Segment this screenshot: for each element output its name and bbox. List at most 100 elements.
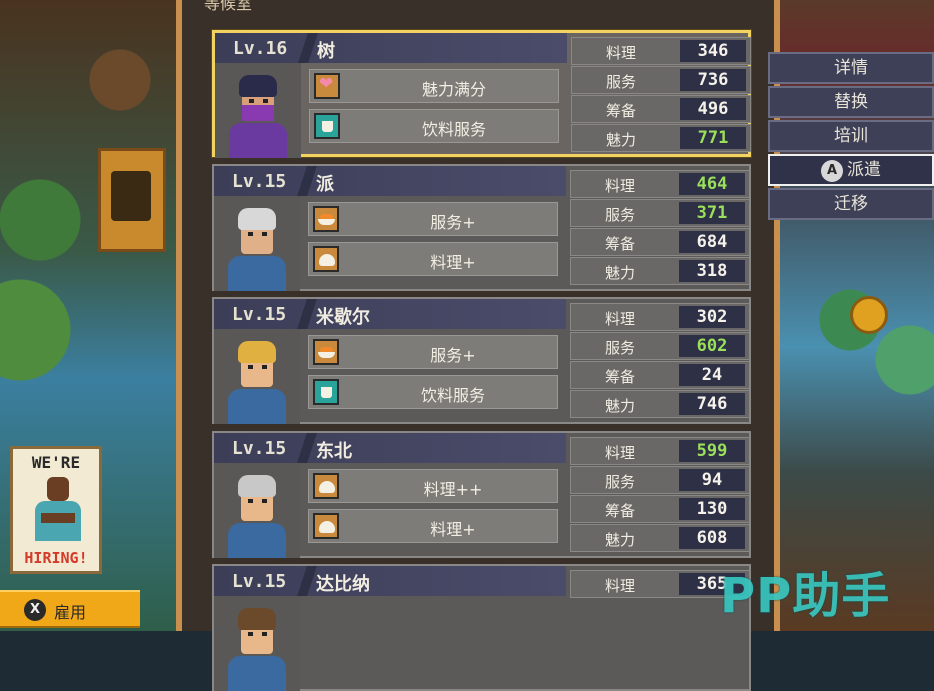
stat-row: 筹备 496 xyxy=(571,95,751,123)
staff-card[interactable]: Lv.16 树 魅力满分 饮料服务料理 346服务 736筹备 496魅力 77… xyxy=(212,30,751,158)
stat-name: 料理 xyxy=(605,577,636,595)
speaker-decoration xyxy=(98,148,166,252)
trait-row[interactable]: 料理+ xyxy=(308,242,558,276)
staff-portrait xyxy=(214,596,300,691)
stat-row: 筹备 684 xyxy=(570,228,750,256)
bun-dish-icon xyxy=(313,473,339,499)
waiting-room-panel: 等候室 Lv.16 树 魅力满分 饮料服务料理 346服务 736筹备 496魅… xyxy=(176,0,780,691)
a-button-icon: A xyxy=(821,160,843,182)
panel-title: 等候室 xyxy=(204,0,253,13)
stat-name: 料理 xyxy=(606,44,637,62)
menu-item-label: 替换 xyxy=(834,92,868,112)
staff-card-header: Lv.15 米歇尔 xyxy=(214,299,566,329)
menu-item[interactable]: 迁移 xyxy=(768,188,934,220)
header-divider xyxy=(297,166,317,196)
heart-icon xyxy=(314,73,340,99)
stat-name: 筹备 xyxy=(606,102,637,120)
staff-card[interactable]: Lv.15 达比纳 料理 365 xyxy=(212,564,751,691)
menu-item[interactable]: 替换 xyxy=(768,86,934,118)
stat-name: 服务 xyxy=(605,339,636,357)
trait-row[interactable]: 饮料服务 xyxy=(309,109,559,143)
trait-label: 服务+ xyxy=(430,346,476,365)
stat-name: 魅力 xyxy=(605,397,636,415)
stat-value: 608 xyxy=(679,527,745,549)
staff-name: 东北 xyxy=(316,441,352,462)
stat-value: 746 xyxy=(679,393,745,415)
stat-row: 料理 346 xyxy=(571,37,751,65)
stat-row: 魅力 318 xyxy=(570,257,750,285)
stat-name: 筹备 xyxy=(605,235,636,253)
poster-top-text: WE'RE xyxy=(31,453,81,472)
header-divider xyxy=(297,299,317,329)
stat-row: 料理 302 xyxy=(570,303,750,331)
staff-stats: 料理 302 服务 602 筹备 24 魅力 746 xyxy=(570,303,750,420)
stat-name: 筹备 xyxy=(605,368,636,386)
trait-label: 服务+ xyxy=(430,213,476,232)
staff-card-header: Lv.15 达比纳 xyxy=(214,566,566,596)
poster-bottom-text: HIRING! xyxy=(24,549,88,567)
stat-value: 464 xyxy=(679,173,745,195)
hire-button[interactable]: X 雇用 xyxy=(0,590,140,628)
stat-value: 736 xyxy=(680,69,746,91)
staff-card-header: Lv.15 东北 xyxy=(214,433,566,463)
menu-item[interactable]: A 派遣 xyxy=(768,154,934,186)
menu-item[interactable]: 详情 xyxy=(768,52,934,84)
stat-name: 料理 xyxy=(605,177,636,195)
bun-dish-icon xyxy=(313,246,339,272)
stat-row: 料理 599 xyxy=(570,437,750,465)
hire-label: 雇用 xyxy=(54,603,87,622)
stat-value: 24 xyxy=(679,364,745,386)
trait-row[interactable]: 魅力满分 xyxy=(309,69,559,103)
staff-card[interactable]: Lv.15 米歇尔 服务+ 饮料服务 料理 302 服务 602 筹备 24 魅力 74… xyxy=(212,297,751,424)
staff-portrait xyxy=(214,196,300,291)
stat-value: 496 xyxy=(680,98,746,120)
staff-stats: 料理 599 服务 94 筹备 130 魅力 608 xyxy=(570,437,750,554)
stat-name: 魅力 xyxy=(605,531,636,549)
stat-row: 魅力 746 xyxy=(570,390,750,418)
stat-value: 346 xyxy=(680,40,746,62)
sushi-dish-icon xyxy=(313,206,339,232)
stat-name: 魅力 xyxy=(605,264,636,282)
stat-row: 服务 371 xyxy=(570,199,750,227)
stat-value: 599 xyxy=(679,440,745,462)
trait-row[interactable]: 料理++ xyxy=(308,469,558,503)
staff-card[interactable]: Lv.15 派 服务+ 料理+ 料理 464 服务 371 筹备 684 魅力 318 xyxy=(212,164,751,291)
cup-icon xyxy=(314,113,340,139)
trait-row[interactable]: 料理+ xyxy=(308,509,558,543)
trait-label: 料理++ xyxy=(423,480,483,499)
trait-row[interactable]: 服务+ xyxy=(308,335,558,369)
trait-label: 料理+ xyxy=(430,520,476,539)
stat-name: 服务 xyxy=(606,73,637,91)
hiring-poster: WE'RE HIRING! xyxy=(10,446,102,574)
staff-stats: 料理 346 服务 736 筹备 496 魅力 771 xyxy=(571,37,751,154)
stat-name: 筹备 xyxy=(605,502,636,520)
header-divider xyxy=(297,566,317,596)
trait-row[interactable]: 饮料服务 xyxy=(308,375,558,409)
stat-value: 318 xyxy=(679,260,745,282)
staff-name: 米歇尔 xyxy=(316,307,370,328)
stat-value: 94 xyxy=(679,469,745,491)
menu-item-label: 迁移 xyxy=(834,194,868,214)
trait-row[interactable]: 服务+ xyxy=(308,202,558,236)
stat-value: 602 xyxy=(679,335,745,357)
staff-level: Lv.15 xyxy=(232,438,287,459)
stat-value: 684 xyxy=(679,231,745,253)
stat-name: 料理 xyxy=(605,444,636,462)
trait-label: 魅力满分 xyxy=(421,80,486,99)
stat-name: 料理 xyxy=(605,310,636,328)
stat-row: 魅力 608 xyxy=(570,524,750,552)
stat-name: 魅力 xyxy=(606,131,637,149)
menu-item-label: 培训 xyxy=(834,126,868,146)
staff-card[interactable]: Lv.15 东北 料理++ 料理+ 料理 599 服务 94 筹备 130 魅力 608 xyxy=(212,431,751,558)
trait-label: 饮料服务 xyxy=(421,120,486,139)
stat-row: 服务 736 xyxy=(571,66,751,94)
stat-name: 服务 xyxy=(605,206,636,224)
staff-level: Lv.15 xyxy=(232,304,287,325)
bun-dish-icon xyxy=(313,513,339,539)
poster-figure xyxy=(35,477,81,541)
header-divider xyxy=(298,33,318,63)
menu-item-label: 详情 xyxy=(834,58,868,78)
stat-value: 130 xyxy=(679,498,745,520)
menu-item[interactable]: 培训 xyxy=(768,120,934,152)
header-divider xyxy=(297,433,317,463)
